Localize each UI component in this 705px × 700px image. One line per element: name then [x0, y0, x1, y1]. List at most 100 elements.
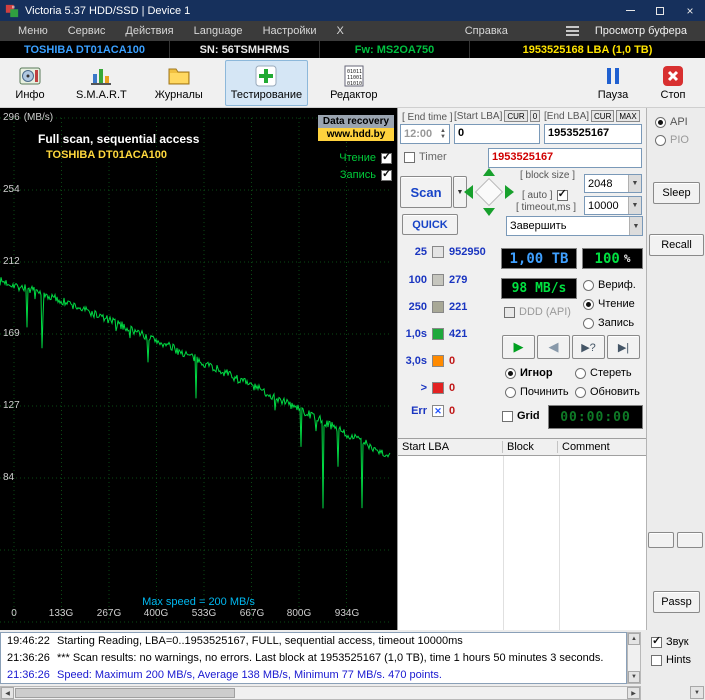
erase-radio[interactable] [575, 367, 586, 379]
legend-row: 3,0s 0 [405, 355, 456, 367]
api-radio[interactable] [655, 116, 666, 128]
log-horizontal-scrollbar[interactable]: ◀ ▶ [0, 686, 641, 700]
close-button[interactable]: × [675, 0, 705, 21]
menu-main[interactable]: Меню [8, 25, 58, 37]
hamburger-icon[interactable] [565, 30, 579, 32]
auto-checkbox[interactable] [556, 187, 568, 201]
auto-checkbox-row[interactable]: [ auto ] [522, 187, 568, 201]
hints-checkbox-row[interactable]: Hints [651, 654, 691, 666]
timer-checkbox[interactable] [404, 151, 415, 163]
menu-actions[interactable]: Действия [115, 25, 183, 37]
menu-language[interactable]: Language [184, 25, 253, 37]
info-button[interactable]: Инфо [6, 60, 54, 106]
log-line: 19:46:22 Starting Reading, LBA=0..1953525… [7, 635, 463, 647]
sound-checkbox[interactable] [651, 634, 662, 648]
seek-end-button[interactable]: ▶| [607, 335, 640, 359]
pio-radio[interactable] [655, 134, 666, 146]
log-vertical-scrollbar[interactable]: ▲ ▼ [627, 632, 641, 684]
finish-action-combo[interactable]: Завершить ▼ [506, 216, 643, 236]
end-lba-cur-button[interactable]: CUR [591, 110, 615, 122]
read-mode-radio[interactable] [583, 298, 594, 310]
recall-button[interactable]: Recall [649, 234, 704, 256]
mini-right-button[interactable] [677, 532, 703, 548]
jog-down-icon[interactable] [483, 208, 495, 216]
refresh-radio[interactable] [575, 386, 586, 398]
scroll-left-icon[interactable]: ◀ [1, 687, 14, 699]
seek-error-button[interactable]: ▶? [572, 335, 605, 359]
menu-x[interactable]: X [327, 25, 354, 37]
pause-button[interactable]: Пауза [589, 60, 637, 106]
hints-checkbox[interactable] [651, 654, 662, 666]
end-lba-input[interactable]: 1953525167 [544, 124, 642, 144]
scroll-up-icon[interactable]: ▲ [628, 633, 640, 645]
action-erase-radio-row[interactable]: Стереть [575, 367, 632, 379]
quick-button[interactable]: QUICK [402, 214, 458, 235]
verify-radio[interactable] [583, 279, 594, 291]
read-checkbox[interactable] [381, 150, 392, 164]
start-lba-zero-button[interactable]: 0 [529, 110, 541, 122]
smart-button[interactable]: S.M.A.R.T [70, 60, 133, 106]
action-refresh-radio-row[interactable]: Обновить [575, 386, 640, 398]
ddd-checkbox[interactable] [504, 306, 515, 318]
read-checkbox-row[interactable]: Чтение [339, 150, 392, 164]
block-color-swatch [432, 355, 444, 367]
start-lba-input[interactable]: 0 [454, 124, 540, 144]
log-box: 19:46:22 Starting Reading, LBA=0..1953525… [0, 632, 627, 684]
grid-checkbox-row[interactable]: Grid [502, 410, 540, 422]
minimize-button[interactable] [615, 0, 645, 21]
end-lba-max-button[interactable]: MAX [616, 110, 640, 122]
y-axis-label: 169 [3, 328, 20, 339]
stop-button[interactable]: Стоп [649, 60, 697, 106]
spinner-arrows-icon[interactable]: ▲ ▼ [440, 128, 446, 140]
start-test-button[interactable]: ▶ [502, 335, 535, 359]
pio-radio-row[interactable]: PIO [655, 134, 689, 146]
jog-left-icon[interactable] [464, 185, 473, 199]
scan-button[interactable]: Scan [400, 176, 452, 208]
write-checkbox-row[interactable]: Запись [340, 167, 392, 181]
api-radio-row[interactable]: API [655, 116, 688, 128]
device-info-bar: TOSHIBA DT01ACA100 SN: 56TSMHRMS Fw: MS2… [0, 41, 705, 58]
journals-button[interactable]: Журналы [149, 60, 209, 106]
jog-up-icon[interactable] [483, 168, 495, 176]
start-lba-cur-button[interactable]: CUR [504, 110, 528, 122]
defect-table-header: Start LBA Block Comment [398, 439, 647, 456]
jog-pad[interactable] [462, 168, 516, 216]
step-back-button[interactable]: ◀ [537, 335, 570, 359]
fix-radio[interactable] [505, 386, 516, 398]
timer-checkbox-row[interactable]: Timer [404, 151, 447, 163]
mini-left-button[interactable] [648, 532, 674, 548]
mode-read-radio-row[interactable]: Чтение [583, 298, 635, 310]
menu-service[interactable]: Сервис [58, 25, 116, 37]
action-ignore-radio-row[interactable]: Игнор [505, 367, 553, 379]
jog-right-icon[interactable] [505, 185, 514, 199]
transport-buttons: ▶ ◀ ▶? ▶| [502, 335, 640, 359]
window-title: Victoria 5.37 HDD/SSD | Device 1 [25, 4, 191, 17]
scroll-down-icon[interactable]: ▼ [628, 671, 640, 683]
menu-settings[interactable]: Настройки [253, 25, 327, 37]
scroll-right-icon[interactable]: ▶ [627, 687, 640, 699]
scrollbar-thumb[interactable] [15, 688, 235, 698]
ddd-checkbox-row[interactable]: DDD (API) [504, 306, 571, 318]
action-fix-radio-row[interactable]: Починить [505, 386, 569, 398]
timeout-combo[interactable]: 10000 ▼ [584, 196, 642, 215]
testing-button[interactable]: Тестирование [224, 59, 309, 106]
menu-help[interactable]: Справка [455, 25, 518, 37]
sleep-button[interactable]: Sleep [653, 182, 700, 204]
write-mode-radio[interactable] [583, 317, 594, 329]
ignore-radio[interactable] [505, 367, 516, 379]
sound-checkbox-row[interactable]: Звук [651, 634, 689, 648]
end-time-spinner[interactable]: 12:00 ▲ ▼ [400, 124, 450, 144]
passport-button[interactable]: Passp [653, 591, 700, 613]
play-icon: ▶ [513, 339, 524, 354]
maximize-button[interactable] [645, 0, 675, 21]
grid-checkbox[interactable] [502, 410, 513, 422]
mode-write-radio-row[interactable]: Запись [583, 317, 634, 329]
menu-buffer-view[interactable]: Просмотр буфера [585, 25, 697, 37]
editor-button[interactable]: 01011 11001 01010 Редактор [324, 60, 383, 106]
test-cross-icon [255, 65, 277, 87]
mode-verify-radio-row[interactable]: Вериф. [583, 279, 636, 291]
log-line: 21:36:26 Speed: Maximum 200 MB/s, Average… [7, 669, 442, 681]
block-size-combo[interactable]: 2048 ▼ [584, 174, 642, 193]
write-checkbox[interactable] [381, 167, 392, 181]
corner-scroll-down-icon[interactable]: ▼ [690, 686, 704, 699]
